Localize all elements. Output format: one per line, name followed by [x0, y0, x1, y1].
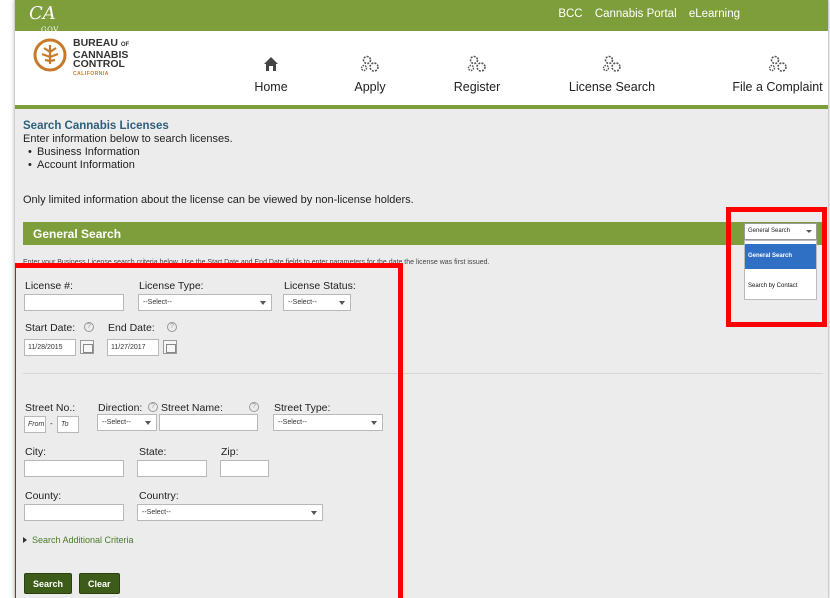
brand-of: OF: [120, 42, 130, 48]
home-icon: [264, 57, 278, 71]
top-link-elearning[interactable]: eLearning: [689, 8, 740, 20]
highlight-box-dropdown: [726, 207, 827, 327]
bcc-seal-icon[interactable]: [33, 38, 67, 72]
top-link-cannabis-portal[interactable]: Cannabis Portal: [595, 8, 677, 20]
nav-register[interactable]: Register: [447, 53, 507, 94]
gears-icon: [360, 55, 379, 72]
top-link-bcc[interactable]: BCC: [558, 8, 582, 20]
nav-license-search-label: License Search: [568, 80, 656, 94]
nav-file-complaint-label: File a Complaint: [732, 80, 823, 94]
list-item: Business Information: [28, 146, 233, 159]
list-item: Account Information: [28, 159, 233, 172]
page-title: Search Cannabis Licenses: [23, 120, 169, 132]
top-bar: CA GOV BCC Cannabis Portal eLearning: [15, 0, 828, 35]
nav-apply-label: Apply: [354, 80, 386, 94]
nav-file-complaint[interactable]: File a Complaint: [725, 53, 828, 94]
brand-line-1: BUREAU: [73, 37, 118, 49]
gears-icon: [768, 55, 787, 72]
general-search-title: General Search: [33, 227, 122, 241]
notice-text: Only limited information about the licen…: [23, 194, 414, 206]
site-header: BUREAU OF CANNABIS CONTROL CALIFORNIA Ho…: [15, 31, 828, 109]
intro-bullets: Business Information Account Information: [23, 146, 233, 172]
browser-page: CA GOV BCC Cannabis Portal eLearning BUR…: [14, 0, 829, 598]
highlight-box-form: [15, 263, 403, 598]
brand-line-3: CONTROL: [73, 58, 125, 70]
intro-text: Enter information below to search licens…: [23, 133, 233, 145]
nav-home[interactable]: Home: [246, 53, 296, 94]
gears-icon: [467, 55, 486, 72]
bcc-wordmark[interactable]: BUREAU OF CANNABIS CONTROL CALIFORNIA: [73, 37, 130, 79]
brand-state: CALIFORNIA: [73, 70, 109, 77]
nav-register-label: Register: [453, 80, 501, 94]
top-links: BCC Cannabis Portal eLearning: [549, 8, 740, 20]
gears-icon: [602, 55, 621, 72]
nav-license-search[interactable]: License Search: [562, 53, 662, 94]
general-search-header: General Search: [23, 222, 823, 245]
intro-section: Search Cannabis Licenses Enter informati…: [23, 120, 233, 172]
ca-gov-logo[interactable]: CA GOV: [29, 4, 58, 35]
nav-home-label: Home: [254, 80, 288, 94]
nav-apply[interactable]: Apply: [345, 53, 395, 94]
